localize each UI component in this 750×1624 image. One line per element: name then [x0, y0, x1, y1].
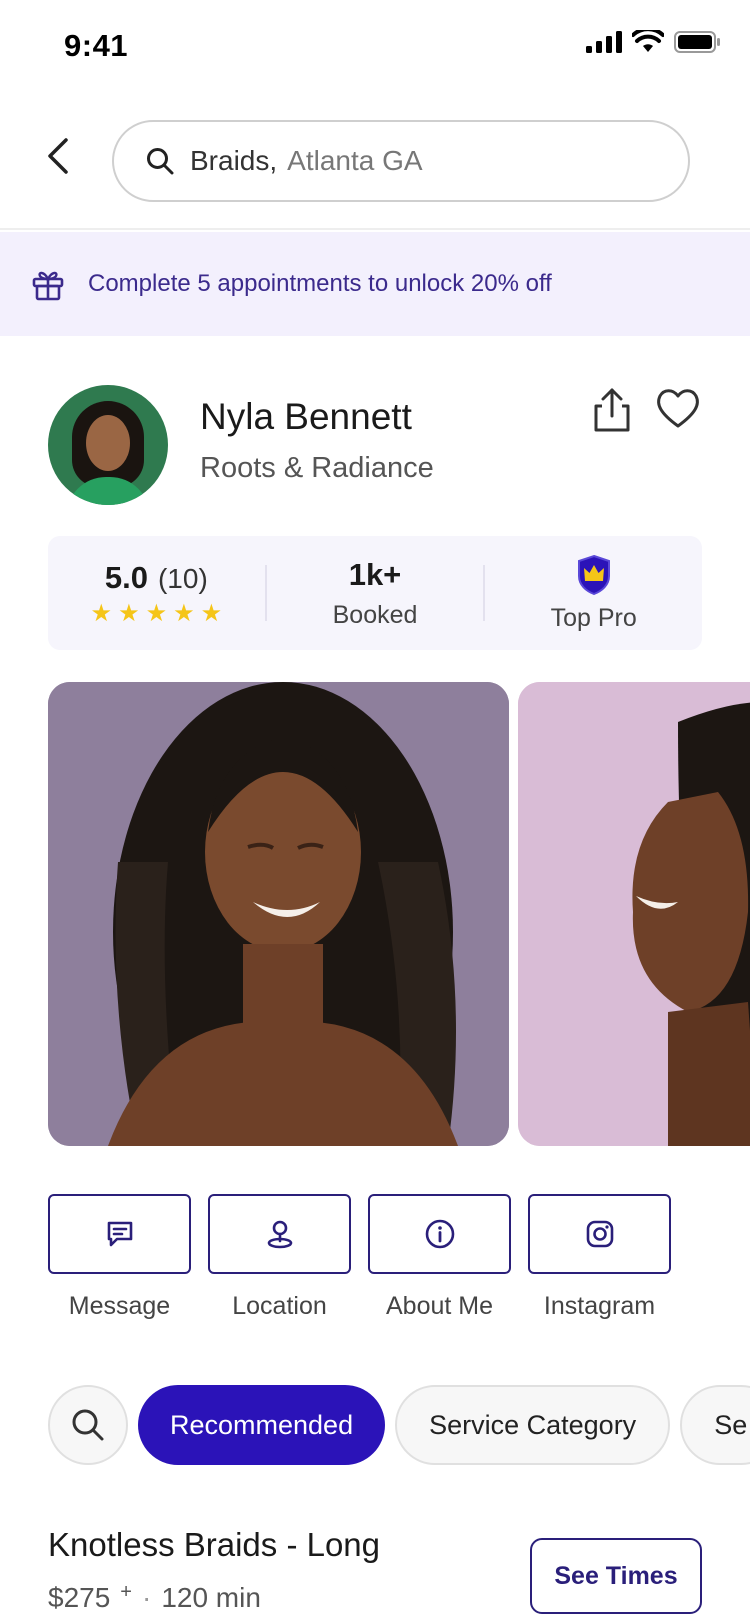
location-button[interactable]: [208, 1194, 351, 1274]
battery-icon: [674, 31, 720, 53]
about-me-label: About Me: [385, 1292, 493, 1320]
instagram-action[interactable]: Instagram: [528, 1194, 671, 1321]
status-icons: [586, 30, 722, 54]
gallery-photo[interactable]: [48, 682, 509, 1146]
message-label: Message: [68, 1292, 171, 1320]
top-pro-label: Top Pro: [550, 603, 637, 632]
search-icon: [72, 1409, 104, 1441]
location-label: Location: [232, 1292, 327, 1320]
search-location: Atlanta GA: [287, 145, 423, 176]
portrait-image: [48, 682, 509, 1146]
portrait-image: [518, 682, 750, 1146]
about-me-button[interactable]: [368, 1194, 511, 1274]
promo-text: Complete 5 appointments to unlock 20% of…: [88, 270, 552, 297]
top-pro-stat: Top Pro: [485, 536, 702, 650]
star-rating: ★ ★ ★ ★ ★: [91, 602, 223, 626]
pro-name: Nyla Bennett: [200, 396, 412, 437]
status-bar: 9:41: [0, 0, 750, 92]
back-button[interactable]: [36, 134, 80, 178]
chip-service-category[interactable]: Service Category: [395, 1385, 671, 1465]
promo-banner[interactable]: Complete 5 appointments to unlock 20% of…: [0, 232, 750, 336]
wifi-icon: [632, 30, 664, 52]
booked-value: 1k+: [348, 556, 402, 592]
message-action[interactable]: Message: [48, 1194, 191, 1321]
location-pin-icon: [267, 1220, 292, 1249]
rating-stat[interactable]: 5.0 (10) ★ ★ ★ ★ ★: [48, 536, 265, 650]
instagram-button[interactable]: [528, 1194, 671, 1274]
message-button[interactable]: [48, 1194, 191, 1274]
share-button[interactable]: [588, 386, 636, 434]
search-input[interactable]: Braids, Atlanta GA: [112, 120, 690, 202]
photo-gallery[interactable]: [48, 682, 750, 1146]
service-meta: $275 + · 120 min: [48, 1580, 261, 1614]
location-action[interactable]: Location: [208, 1194, 351, 1321]
chip-more[interactable]: Se: [680, 1385, 750, 1465]
service-filter-bar: Recommended Service Category Se: [48, 1384, 750, 1466]
cellular-signal-icon: [586, 31, 622, 53]
star-icon: ★: [118, 600, 140, 627]
booked-label: Booked: [332, 600, 418, 629]
star-icon: ★: [173, 600, 195, 627]
star-icon: ★: [145, 600, 168, 627]
rating-value: 5.0: [104, 560, 148, 595]
about-me-action[interactable]: About Me: [368, 1194, 511, 1321]
price-suffix: +: [120, 1580, 132, 1603]
search-icon: [147, 148, 174, 175]
search-header: Braids, Atlanta GA: [0, 92, 750, 230]
instagram-icon: [586, 1220, 613, 1248]
star-icon: ★: [200, 600, 223, 627]
search-query: Braids,: [190, 145, 278, 176]
star-icon: ★: [90, 600, 113, 627]
chevron-left-icon: [48, 138, 68, 174]
service-search-button[interactable]: [48, 1385, 128, 1465]
service-name[interactable]: Knotless Braids - Long: [48, 1526, 380, 1564]
service-price: $275: [48, 1582, 111, 1613]
rating-count: (10): [157, 563, 208, 594]
meta-separator: ·: [141, 1582, 152, 1613]
stats-card: 5.0 (10) ★ ★ ★ ★ ★ 1k+ Booked Top Pro: [48, 536, 702, 650]
message-icon: [107, 1221, 132, 1247]
heart-icon: [657, 389, 699, 428]
info-icon: [425, 1219, 454, 1249]
see-times-button[interactable]: See Times: [530, 1538, 702, 1614]
action-bar: Message Location About Me Instagram: [48, 1194, 671, 1321]
booked-stat: 1k+ Booked: [267, 536, 484, 650]
gallery-photo[interactable]: [518, 682, 750, 1146]
status-time: 9:41: [64, 28, 129, 63]
service-duration: 120 min: [161, 1582, 261, 1613]
crown-badge-icon: [577, 554, 610, 595]
favorite-button[interactable]: [652, 382, 704, 434]
gift-icon: [32, 271, 64, 301]
instagram-label: Instagram: [543, 1292, 656, 1320]
salon-name: Roots & Radiance: [200, 452, 434, 484]
chip-recommended[interactable]: Recommended: [138, 1385, 386, 1465]
share-icon: [594, 388, 630, 432]
avatar[interactable]: [48, 385, 168, 505]
